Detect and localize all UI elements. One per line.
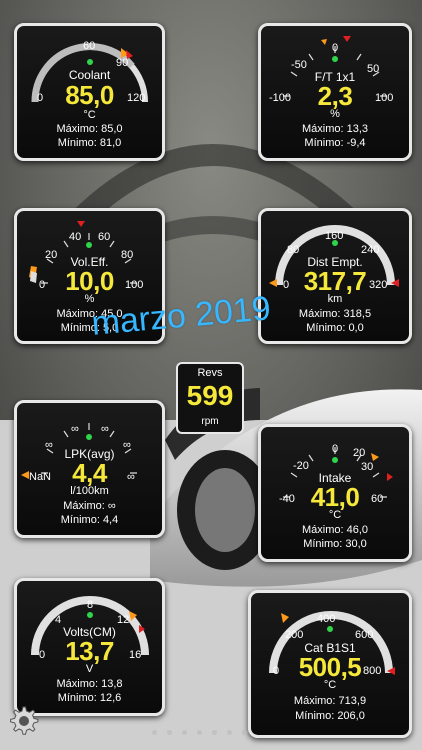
ft-min: Mínimo: -9,4	[304, 137, 366, 149]
settings-button[interactable]	[6, 703, 40, 737]
cat-temp-gauge[interactable]: 0 200 400 600 800 Cat B1S1 500,5 °C Máxi…	[248, 590, 412, 738]
ft-unit: %	[330, 108, 340, 120]
cat-tick-2: 400	[317, 613, 336, 625]
lpk-gauge[interactable]: NaN ∞ ∞ ∞ ∞ ∞ LPK(avg) 4,4 l/100km Máxim…	[14, 400, 165, 538]
page-dot[interactable]	[227, 730, 232, 735]
dist-max: Máximo: 318,5	[298, 308, 372, 320]
lpk-unit: l/100km	[70, 485, 109, 497]
intake-unit: °C	[328, 509, 342, 521]
ft-tick-2: 0	[332, 42, 339, 54]
cat-tick-1: 200	[285, 629, 304, 641]
page-dot[interactable]	[197, 730, 202, 735]
dist-tick-2: 160	[325, 230, 344, 242]
page-dot[interactable]	[182, 730, 187, 735]
page-dot[interactable]	[152, 730, 157, 735]
dist-empty-gauge[interactable]: 0 80 160 240 320 Dist Empt. 317,7 km Máx…	[258, 208, 412, 344]
page-indicator	[152, 730, 247, 735]
intake-gauge[interactable]: -40 -20 0 20 30 60 Intake 41,0 °C Máximo…	[258, 424, 412, 562]
revs-label: Revs	[197, 367, 223, 379]
voleff-tick-3: 60	[98, 231, 111, 243]
lpk-tick-3: ∞	[101, 423, 109, 435]
coolant-tick-1: 60	[83, 40, 96, 52]
fuel-trim-gauge[interactable]: -100 -50 0 50 100 F/T 1x1 2,3 % Máximo: …	[258, 23, 412, 161]
cat-unit: °C	[323, 679, 337, 691]
page-dot[interactable]	[212, 730, 217, 735]
cat-min: Mínimo: 206,0	[295, 710, 365, 722]
revs-unit: rpm	[201, 416, 219, 427]
revs-gauge[interactable]: Revs 599 rpm	[176, 362, 244, 434]
voleff-tick-2: 40	[69, 231, 82, 243]
intake-tick-2: 0	[332, 443, 339, 455]
lpk-min: Mínimo: 4,4	[60, 514, 119, 526]
coolant-min: Mínimo: 81,0	[57, 137, 122, 149]
ft-max: Máximo: 13,3	[301, 123, 369, 135]
page-dot[interactable]	[242, 730, 247, 735]
revs-value: 599	[186, 380, 234, 411]
coolant-gauge[interactable]: 0 60 90 120 Coolant 85,0 °C Máximo: 85,0…	[14, 23, 165, 161]
volts-gauge[interactable]: 0 4 8 12 16 Volts(CM) 13,7 V Máximo: 13,…	[14, 578, 165, 716]
page-dot[interactable]	[167, 730, 172, 735]
cat-max: Máximo: 713,9	[293, 695, 367, 707]
volts-tick-2: 8	[87, 599, 94, 611]
volts-max: Máximo: 13,8	[56, 678, 123, 690]
intake-tick-3: 20	[353, 447, 366, 459]
cat-tick-3: 600	[355, 629, 374, 641]
lpk-max: Máximo: ∞	[63, 500, 116, 512]
gear-icon	[10, 706, 39, 735]
coolant-value: 85,0	[65, 80, 114, 110]
coolant-max: Máximo: 85,0	[56, 123, 123, 135]
intake-max: Máximo: 46,0	[301, 524, 369, 536]
intake-min: Mínimo: 30,0	[303, 538, 367, 550]
dist-min: Mínimo: 0,0	[306, 322, 364, 334]
lpk-tick-2: ∞	[71, 423, 79, 435]
volts-unit: V	[85, 663, 94, 675]
coolant-unit: °C	[83, 109, 96, 121]
dist-unit: km	[327, 293, 343, 305]
